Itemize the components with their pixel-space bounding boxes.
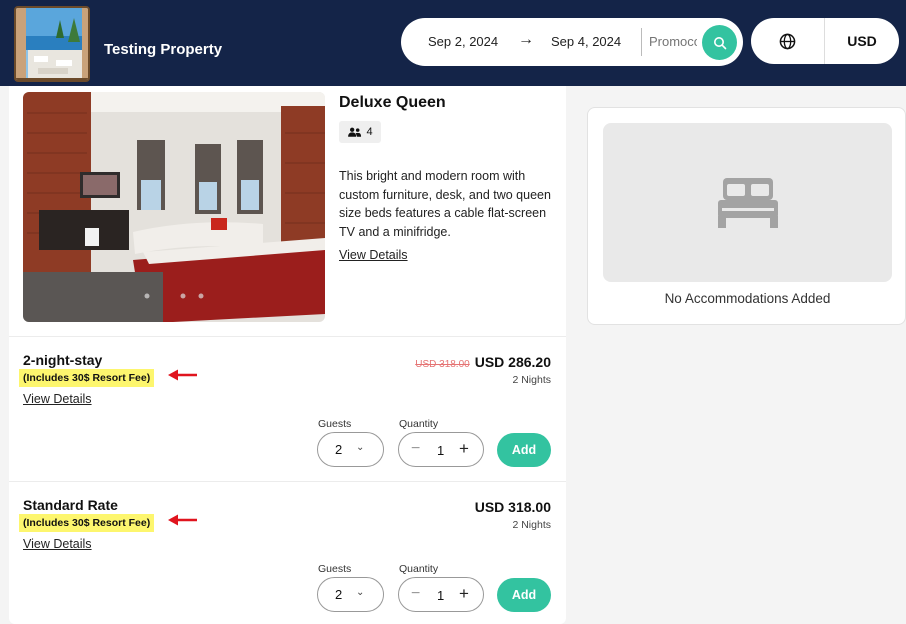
- search-button[interactable]: [702, 25, 737, 60]
- room-description: This bright and modern room with custom …: [339, 169, 551, 239]
- annotation-arrow-icon: [168, 514, 197, 526]
- arrow-right-icon: →: [518, 31, 534, 48]
- guests-label: Guests: [318, 418, 352, 430]
- guests-label: Guests: [318, 563, 352, 575]
- original-price: USD 318.00: [415, 359, 470, 370]
- locale-switcher: USD: [751, 18, 899, 64]
- rate-plan-standard-rate: Standard Rate (Includes 30$ Resort Fee) …: [9, 481, 566, 624]
- add-button[interactable]: Add: [497, 578, 551, 612]
- divider: [641, 28, 642, 56]
- language-button[interactable]: [751, 18, 825, 64]
- top-header: Testing Property Sep 2, 2024 → Sep 4, 20…: [0, 0, 906, 86]
- rate-view-details-link[interactable]: View Details: [23, 537, 92, 551]
- check-in-date[interactable]: Sep 2, 2024: [428, 34, 498, 49]
- nights-label: 2 Nights: [512, 519, 551, 531]
- minus-icon[interactable]: −: [411, 440, 420, 458]
- empty-cart-message: No Accommodations Added: [664, 291, 831, 306]
- globe-icon: [779, 33, 796, 49]
- rate-name: 2-night-stay: [23, 352, 103, 368]
- quantity-label: Quantity: [399, 563, 439, 575]
- rate-price: USD 286.20: [474, 354, 551, 370]
- plus-icon[interactable]: +: [459, 584, 469, 604]
- check-out-date[interactable]: Sep 4, 2024: [551, 34, 621, 49]
- booking-cart: No Accommodations Added: [587, 107, 906, 325]
- chevron-down-icon: ⌄: [356, 587, 365, 598]
- currency-button[interactable]: USD: [825, 18, 899, 64]
- quantity-value: 1: [437, 588, 445, 603]
- add-button[interactable]: Add: [497, 433, 551, 467]
- resort-fee-note: (Includes 30$ Resort Fee): [19, 369, 155, 387]
- nights-label: 2 Nights: [512, 374, 551, 386]
- property-logo[interactable]: [14, 6, 90, 82]
- promocode-input[interactable]: [649, 34, 697, 49]
- price-row: USD 318.00 USD 286.20: [415, 354, 551, 370]
- room-photo-carousel[interactable]: [23, 92, 325, 322]
- rate-price: USD 318.00: [474, 499, 551, 515]
- date-search-bar: Sep 2, 2024 → Sep 4, 2024: [401, 18, 743, 66]
- guests-value: 2: [335, 442, 343, 457]
- price-row: USD 318.00: [475, 499, 551, 515]
- quantity-label: Quantity: [399, 418, 439, 430]
- quantity-value: 1: [437, 443, 445, 458]
- rate-plan-2-night-stay: 2-night-stay (Includes 30$ Resort Fee) V…: [9, 336, 566, 481]
- room-view-details-link[interactable]: View Details: [339, 248, 408, 262]
- occupancy-count: 4: [366, 126, 373, 138]
- rate-view-details-link[interactable]: View Details: [23, 392, 92, 406]
- guests-select[interactable]: 2 ⌄: [317, 432, 384, 467]
- occupancy-badge: 4: [339, 121, 381, 143]
- chevron-down-icon: ⌄: [356, 442, 365, 453]
- annotation-arrow-icon: [168, 369, 197, 381]
- search-icon: [713, 36, 726, 49]
- bed-icon: [717, 177, 778, 228]
- minus-icon[interactable]: −: [411, 585, 420, 603]
- quantity-stepper: − 1 +: [398, 577, 484, 612]
- cart-placeholder: [603, 123, 892, 282]
- property-name: Testing Property: [104, 41, 223, 58]
- rate-name: Standard Rate: [23, 497, 118, 513]
- users-icon: [348, 127, 362, 137]
- room-card: Deluxe Queen 4 This bright and modern ro…: [9, 86, 566, 624]
- room-title: Deluxe Queen: [339, 94, 446, 111]
- guests-select[interactable]: 2 ⌄: [317, 577, 384, 612]
- quantity-stepper: − 1 +: [398, 432, 484, 467]
- resort-fee-note: (Includes 30$ Resort Fee): [19, 514, 155, 532]
- guests-value: 2: [335, 587, 343, 602]
- plus-icon[interactable]: +: [459, 439, 469, 459]
